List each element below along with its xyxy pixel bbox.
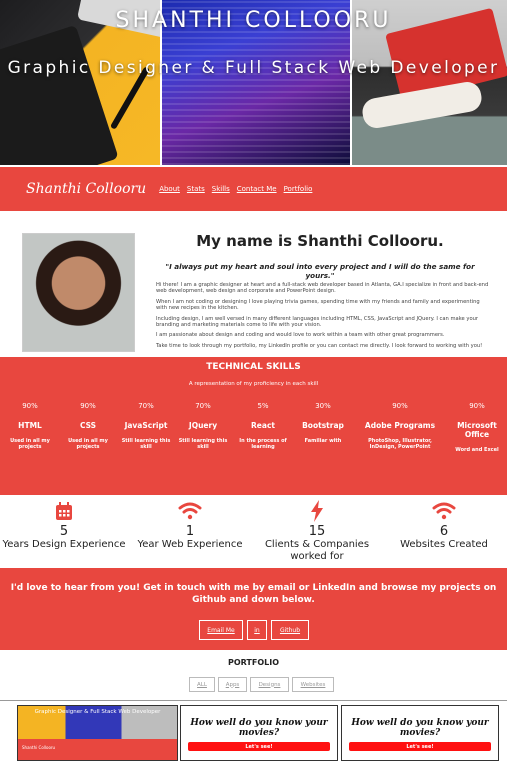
skills-title: TECHNICAL SKILLS [206,362,301,372]
skill-javascript: 70% JavaScript Still learning this skill [116,402,176,450]
wifi-icon [130,500,250,522]
skill-percent: 70% [195,402,211,410]
stat-years-design: 5 Years Design Experience [0,500,128,551]
stat-years-web: 1 Year Web Experience [130,500,250,551]
skill-name: JavaScript [124,421,168,430]
skill-bootstrap: 30% Bootstrap Familiar with [293,402,353,444]
skills-subtitle: A representation of my proficiency in ea… [188,381,319,387]
nav-contact[interactable]: Contact Me [237,185,277,193]
card-title: How well do you know your movies? [190,718,328,738]
stat-number: 6 [439,524,449,539]
linkedin-button[interactable]: in [247,620,267,640]
skill-name: Microsoft Office [457,421,497,439]
hero-subtitle: Graphic Designer & Full Stack Web Develo… [7,58,500,78]
about-paragraph: Hi there! I am a graphic designer at hea… [156,282,489,295]
filter-designs-button[interactable]: Designs [250,677,289,692]
skill-percent: 90% [469,402,485,410]
about-paragraph: I am passionate about design and coding … [156,332,445,339]
skill-name: JQuery [188,421,218,430]
profile-photo [22,233,135,352]
skill-desc: Used in all my projects [10,438,50,450]
skill-percent: 90% [80,402,96,410]
stat-label: Clients & Companies worked for [264,539,370,562]
skills-section: TECHNICAL SKILLS A representation of my … [0,357,507,495]
skill-percent: 90% [22,402,38,410]
about-paragraph: Including design, I am well versed in ma… [156,315,479,329]
lightning-icon [258,500,376,522]
brand-logo[interactable]: Shanthi Collooru [26,181,146,197]
nav-stats[interactable]: Stats [187,185,205,193]
skill-name: CSS [79,421,97,430]
about-heading: My name is Shanthi Collooru. [196,232,444,250]
skill-css: 90% CSS Used in all my projects [58,402,118,450]
skill-percent: 90% [392,402,408,410]
hero-title: SHANTHI COLLOORU [115,8,392,33]
skill-name: Adobe Programs [364,421,436,430]
skill-jquery: 70% JQuery Still learning this skill [173,402,233,450]
card-button[interactable]: Let's see! [349,742,491,751]
card-nav: Shanthi Collooru [18,739,177,760]
about-paragraph: Take time to look through my portfolio, … [156,342,483,349]
skill-name: Bootstrap [302,421,344,430]
stat-label: Years Design Experience [2,539,126,550]
skill-percent: 5% [257,402,269,410]
portfolio-card[interactable]: Graphic Designer & Full Stack Web Develo… [17,705,178,761]
skill-desc: PhotoShop, Illustrator, InDesign, PowerP… [368,438,432,450]
stat-label: Year Web Experience [137,539,243,550]
skill-desc: Used in all my projects [68,438,108,450]
email-button[interactable]: Email Me [199,620,243,640]
calendar-icon [0,500,128,522]
filter-apps-button[interactable]: Apps [218,677,247,692]
skill-react: 5% React In the process of learning [233,402,293,450]
skill-percent: 30% [315,402,331,410]
nav-about[interactable]: About [159,185,180,193]
skill-adobe: 90% Adobe Programs PhotoShop, Illustrato… [360,402,440,450]
portfolio-card[interactable]: How well do you know your movies? Let's … [180,705,338,761]
card-title: Graphic Designer & Full Stack Web Develo… [34,709,161,715]
skill-desc: Word and Excel [455,447,499,453]
card-button[interactable]: Let's see! [188,742,330,751]
card-title: How well do you know your movies? [351,718,489,738]
contact-text: I'd love to hear from you! Get in touch … [10,583,497,605]
about-paragraph: When I am not coding or designing I love… [156,298,480,312]
stat-number: 5 [59,524,69,539]
stat-clients: 15 Clients & Companies worked for [258,500,376,563]
stat-number: 1 [185,524,195,539]
skill-desc: Still learning this skill [178,438,228,450]
portfolio-card[interactable]: How well do you know your movies? Let's … [341,705,499,761]
skill-desc: Still learning this skill [121,438,171,450]
nav-portfolio[interactable]: Portfolio [284,185,313,193]
navbar: Shanthi Collooru About Stats Skills Cont… [0,167,507,211]
filter-all-button[interactable]: ALL [189,677,215,692]
filter-websites-button[interactable]: Websites [292,677,334,692]
skill-name: React [251,421,275,430]
skill-html: 90% HTML Used in all my projects [0,402,60,450]
portfolio-title: PORTFOLIO [227,658,280,667]
github-button[interactable]: Github [271,620,309,640]
nav-skills[interactable]: Skills [212,185,230,193]
wifi-icon [385,500,503,522]
about-quote: "I always put my heart and soul into eve… [165,262,475,280]
stat-number: 15 [308,524,326,539]
skill-percent: 70% [138,402,154,410]
skill-name: HTML [18,421,42,430]
skill-desc: Familiar with [304,438,342,444]
skill-desc: In the process of learning [239,438,287,450]
about-body: Hi there! I am a graphic designer at hea… [156,282,492,353]
stat-websites: 6 Websites Created [385,500,503,551]
skill-msoffice: 90% Microsoft Office Word and Excel [447,402,507,453]
stat-label: Websites Created [400,539,488,550]
